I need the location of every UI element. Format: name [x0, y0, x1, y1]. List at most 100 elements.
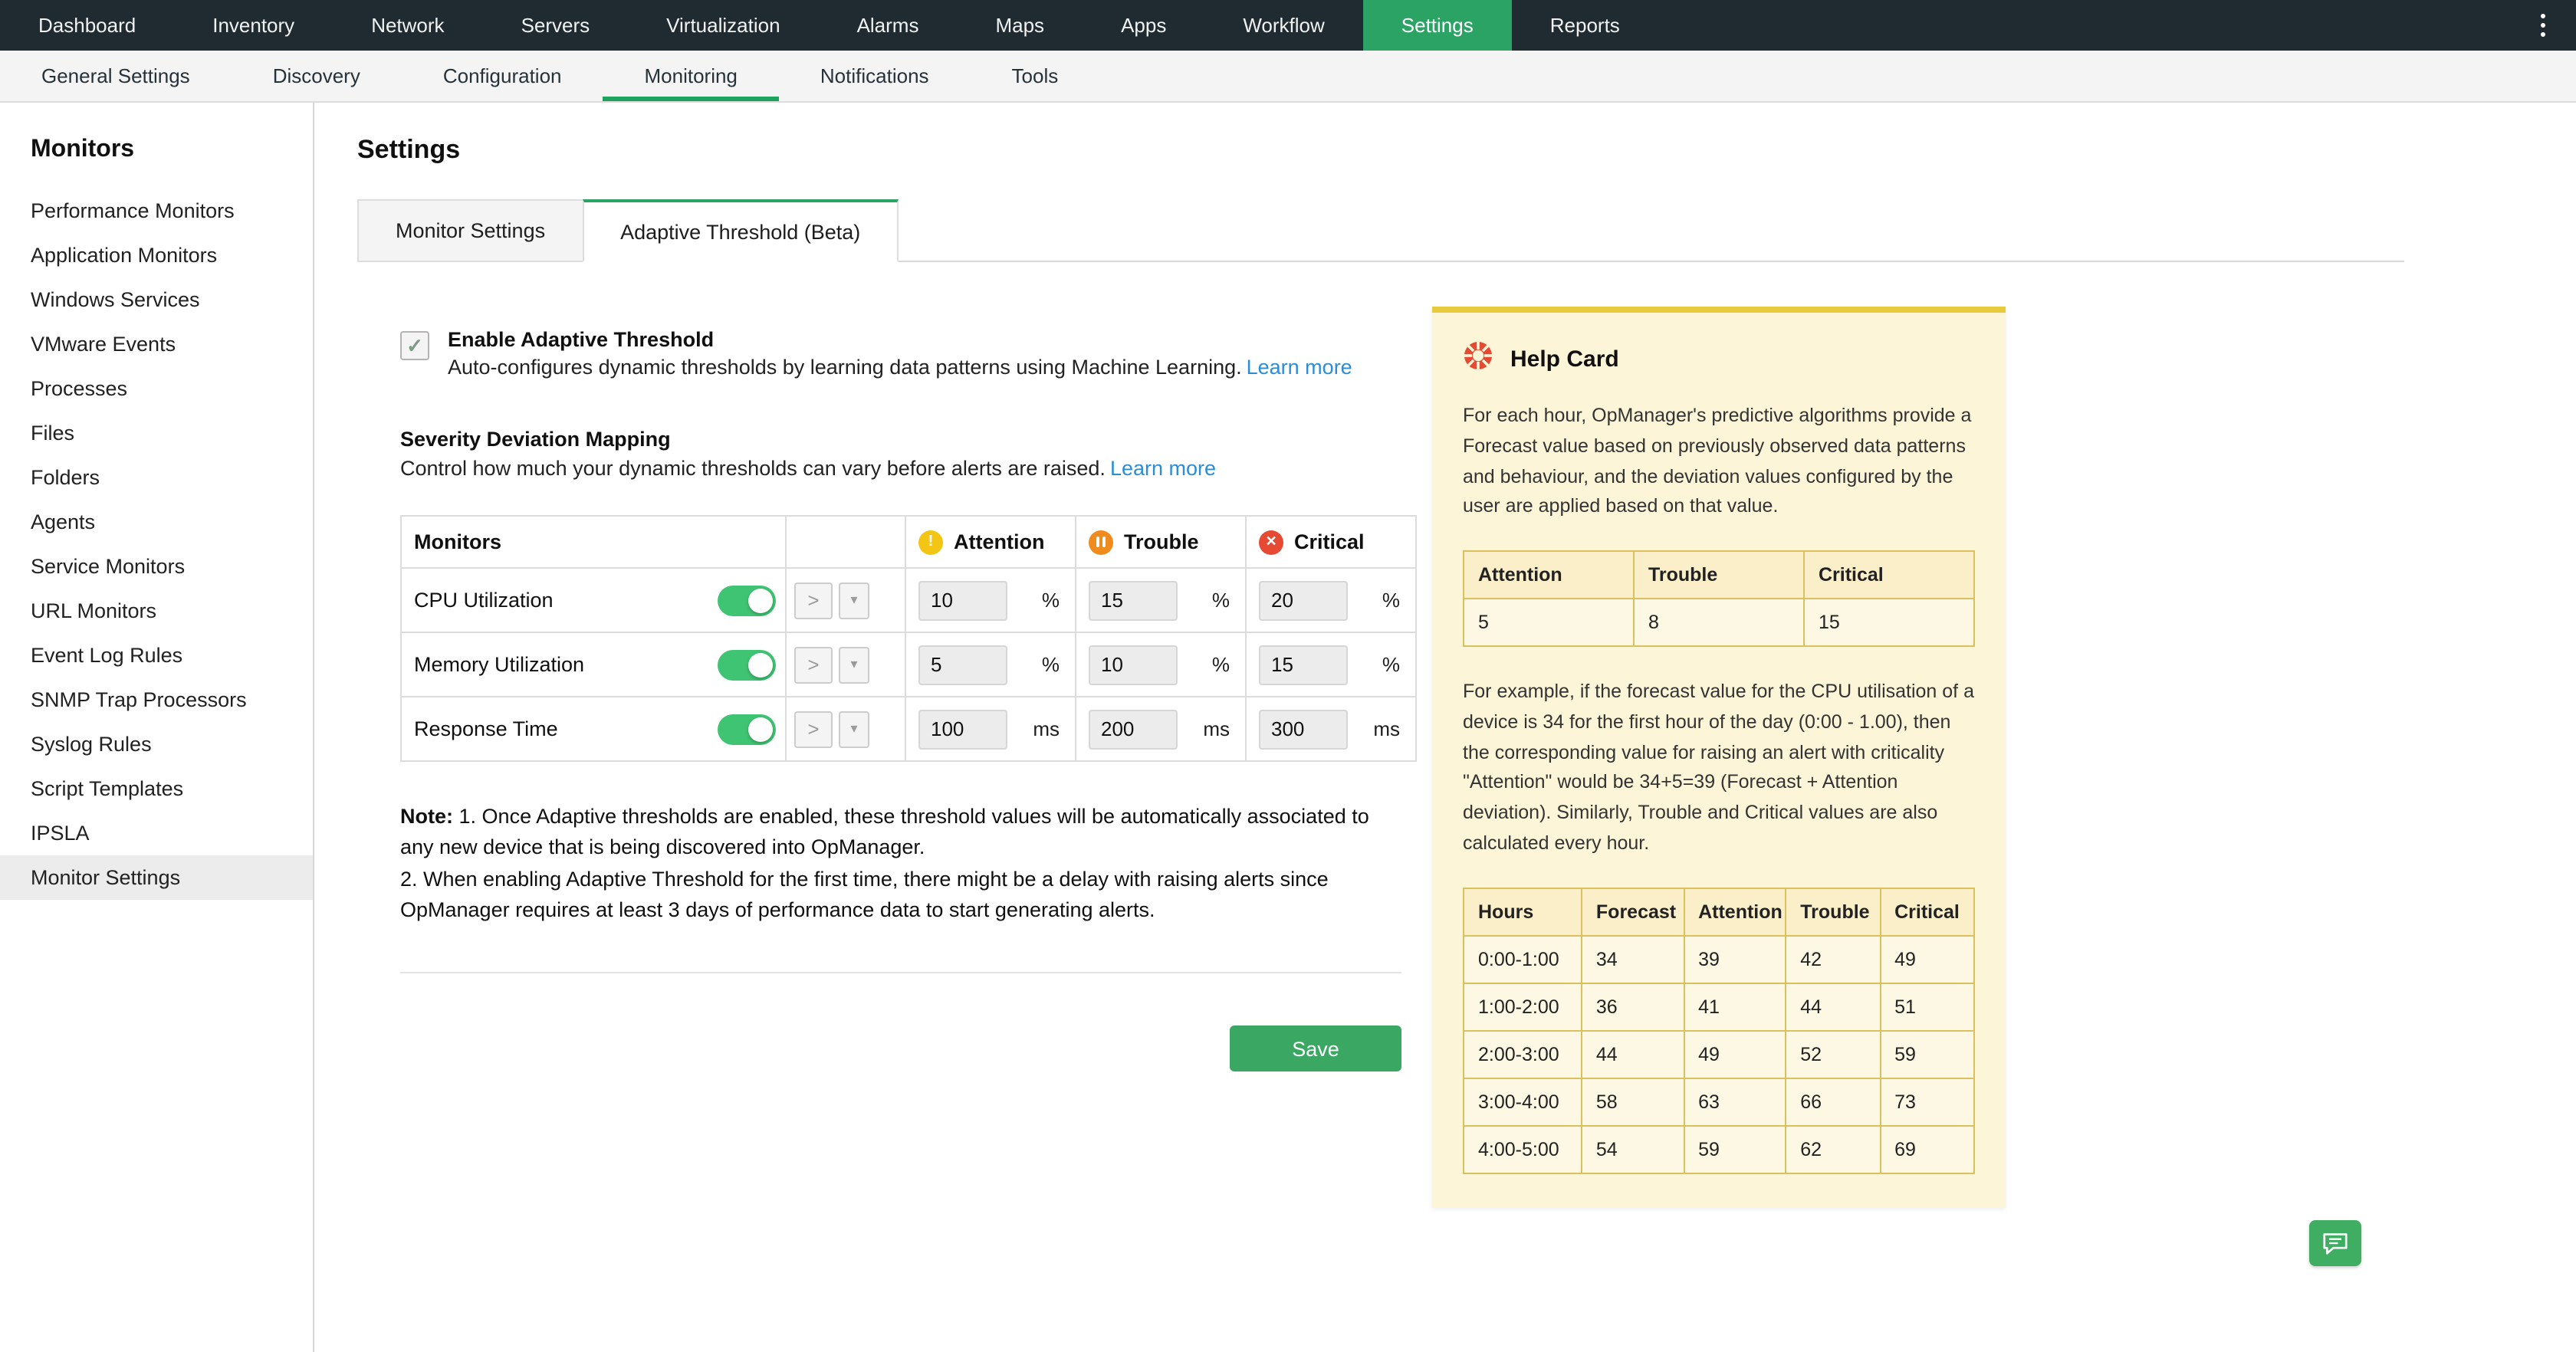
table-row-cpu-utilization: CPU Utilization >▾ % % % — [400, 567, 1417, 633]
sidebar-item-snmp-trap-processors[interactable]: SNMP Trap Processors — [0, 678, 313, 722]
nav-item-inventory[interactable]: Inventory — [174, 0, 333, 51]
forecast-header-forecast: Forecast — [1580, 887, 1685, 936]
trouble-icon — [1089, 530, 1113, 554]
kebab-menu-icon[interactable] — [2509, 0, 2576, 51]
nav-item-alarms[interactable]: Alarms — [819, 0, 958, 51]
forecast-header-attention: Attention — [1683, 887, 1787, 936]
sidebar-item-script-templates[interactable]: Script Templates — [0, 766, 313, 811]
nav-item-virtualization[interactable]: Virtualization — [628, 0, 818, 51]
input-cpu-trouble[interactable] — [1089, 580, 1178, 620]
tab-monitor-settings[interactable]: Monitor Settings — [357, 199, 584, 262]
enable-label: Enable Adaptive Threshold — [448, 328, 715, 351]
nav-item-workflow[interactable]: Workflow — [1204, 0, 1362, 51]
attention-icon: ! — [918, 530, 943, 554]
sidebar-item-service-monitors[interactable]: Service Monitors — [0, 544, 313, 589]
help-card-paragraph-2: For example, if the forecast value for t… — [1463, 681, 1974, 854]
subnav-item-notifications[interactable]: Notifications — [779, 51, 971, 101]
toggle-response-time[interactable] — [718, 714, 776, 744]
forecast-row: 4:00-5:00 54 59 62 69 — [1463, 1124, 1976, 1173]
input-memory-attention[interactable] — [918, 645, 1007, 684]
severity-deviation-table: Monitors ! Attention Trouble ✕ Critical CP… — [400, 515, 1417, 762]
table-row-response-time: Response Time >▾ ms ms ms — [400, 696, 1417, 762]
input-response-attention[interactable] — [918, 709, 1007, 749]
subnav-item-general-settings[interactable]: General Settings — [0, 51, 232, 101]
forecast-header-critical: Critical — [1879, 887, 1976, 936]
nav-item-reports[interactable]: Reports — [1512, 0, 1658, 51]
nav-item-settings[interactable]: Settings — [1362, 0, 1512, 51]
operator-response-caret-icon[interactable]: ▾ — [839, 710, 869, 747]
forecast-header-trouble: Trouble — [1785, 887, 1881, 936]
subnav-item-configuration[interactable]: Configuration — [402, 51, 603, 101]
deviation-header-critical: Critical — [1803, 550, 1975, 599]
sidebar-item-folders[interactable]: Folders — [0, 455, 313, 500]
opmanager-app: Dashboard Inventory Network Servers Virt… — [0, 0, 2576, 1352]
section-divider — [400, 972, 1401, 973]
operator-memory-select[interactable]: > — [794, 646, 833, 683]
subnav-item-tools[interactable]: Tools — [971, 51, 1100, 101]
sidebar-item-ipsla[interactable]: IPSLA — [0, 811, 313, 855]
col-header-monitors: Monitors — [400, 515, 787, 569]
deviation-summary-table: Attention Trouble Critical 5 8 15 — [1463, 550, 1975, 647]
col-header-attention: ! Attention — [905, 515, 1076, 569]
note-line-2: 2. When enabling Adaptive Threshold for … — [400, 867, 1329, 921]
check-icon: ✓ — [406, 334, 423, 357]
sidebar-item-event-log-rules[interactable]: Event Log Rules — [0, 633, 313, 678]
sidebar-item-monitor-settings[interactable]: Monitor Settings — [0, 855, 313, 900]
sidebar-item-application-monitors[interactable]: Application Monitors — [0, 233, 313, 277]
sidebar-item-processes[interactable]: Processes — [0, 366, 313, 411]
sidebar-item-windows-services[interactable]: Windows Services — [0, 277, 313, 322]
nav-item-dashboard[interactable]: Dashboard — [0, 0, 174, 51]
operator-cpu-select[interactable]: > — [794, 582, 833, 619]
nav-item-maps[interactable]: Maps — [957, 0, 1083, 51]
sidebar-item-performance-monitors[interactable]: Performance Monitors — [0, 189, 313, 233]
forecast-row: 0:00-1:00 34 39 42 49 — [1463, 934, 1976, 983]
mapping-learn-more-link[interactable]: Learn more — [1110, 457, 1216, 480]
input-response-trouble[interactable] — [1089, 709, 1178, 749]
forecast-row: 3:00-4:00 58 63 66 73 — [1463, 1077, 1976, 1126]
subnav-item-monitoring[interactable]: Monitoring — [603, 51, 779, 101]
unit-label: % — [1382, 653, 1400, 676]
unit-label: % — [1041, 653, 1060, 676]
col-header-trouble: Trouble — [1075, 515, 1247, 569]
operator-response-select[interactable]: > — [794, 710, 833, 747]
trouble-header-label: Trouble — [1124, 530, 1199, 553]
input-memory-critical[interactable] — [1259, 645, 1348, 684]
tab-adaptive-threshold[interactable]: Adaptive Threshold (Beta) — [582, 199, 899, 262]
enable-adaptive-threshold-checkbox[interactable]: ✓ — [400, 331, 429, 360]
sidebar-item-files[interactable]: Files — [0, 411, 313, 455]
enable-description-text: Auto-configures dynamic thresholds by le… — [448, 356, 1242, 379]
input-response-critical[interactable] — [1259, 709, 1348, 749]
monitor-name: Memory Utilization — [414, 653, 585, 676]
nav-item-apps[interactable]: Apps — [1083, 0, 1204, 51]
table-header-row: Monitors ! Attention Trouble ✕ Critical — [400, 515, 1417, 569]
enable-learn-more-link[interactable]: Learn more — [1247, 356, 1352, 379]
toggle-knob — [748, 588, 773, 612]
toggle-memory-utilization[interactable] — [718, 649, 776, 680]
forecast-example-table: Hours Forecast Attention Trouble Critica… — [1463, 887, 1976, 1173]
forecast-row: 2:00-3:00 44 49 52 59 — [1463, 1029, 1976, 1078]
input-cpu-critical[interactable] — [1259, 580, 1348, 620]
operator-memory-caret-icon[interactable]: ▾ — [839, 646, 869, 683]
operator-cpu-caret-icon[interactable]: ▾ — [839, 582, 869, 619]
input-cpu-attention[interactable] — [918, 580, 1007, 620]
deviation-header-attention: Attention — [1463, 550, 1635, 599]
nav-item-servers[interactable]: Servers — [483, 0, 629, 51]
input-memory-trouble[interactable] — [1089, 645, 1178, 684]
col-header-operator — [785, 515, 906, 569]
sidebar-item-vmware-events[interactable]: VMware Events — [0, 322, 313, 366]
nav-item-network[interactable]: Network — [333, 0, 482, 51]
severity-mapping-description-text: Control how much your dynamic thresholds… — [400, 457, 1106, 480]
sidebar-item-agents[interactable]: Agents — [0, 500, 313, 544]
severity-mapping-description: Control how much your dynamic thresholds… — [400, 457, 1401, 480]
feedback-chat-button[interactable] — [2309, 1220, 2361, 1266]
page-title: Settings — [357, 135, 461, 164]
unit-label: ms — [1203, 717, 1230, 740]
sidebar-item-syslog-rules[interactable]: Syslog Rules — [0, 722, 313, 766]
tab-bar: Monitor Settings Adaptive Threshold (Bet… — [357, 199, 2404, 262]
help-card-title: Help Card — [1510, 346, 1619, 372]
sidebar-item-url-monitors[interactable]: URL Monitors — [0, 589, 313, 633]
subnav-item-discovery[interactable]: Discovery — [232, 51, 402, 101]
save-button[interactable]: Save — [1230, 1025, 1401, 1071]
main-content: Settings Monitor Settings Adaptive Thres… — [314, 103, 2576, 1352]
toggle-cpu-utilization[interactable] — [718, 585, 776, 615]
